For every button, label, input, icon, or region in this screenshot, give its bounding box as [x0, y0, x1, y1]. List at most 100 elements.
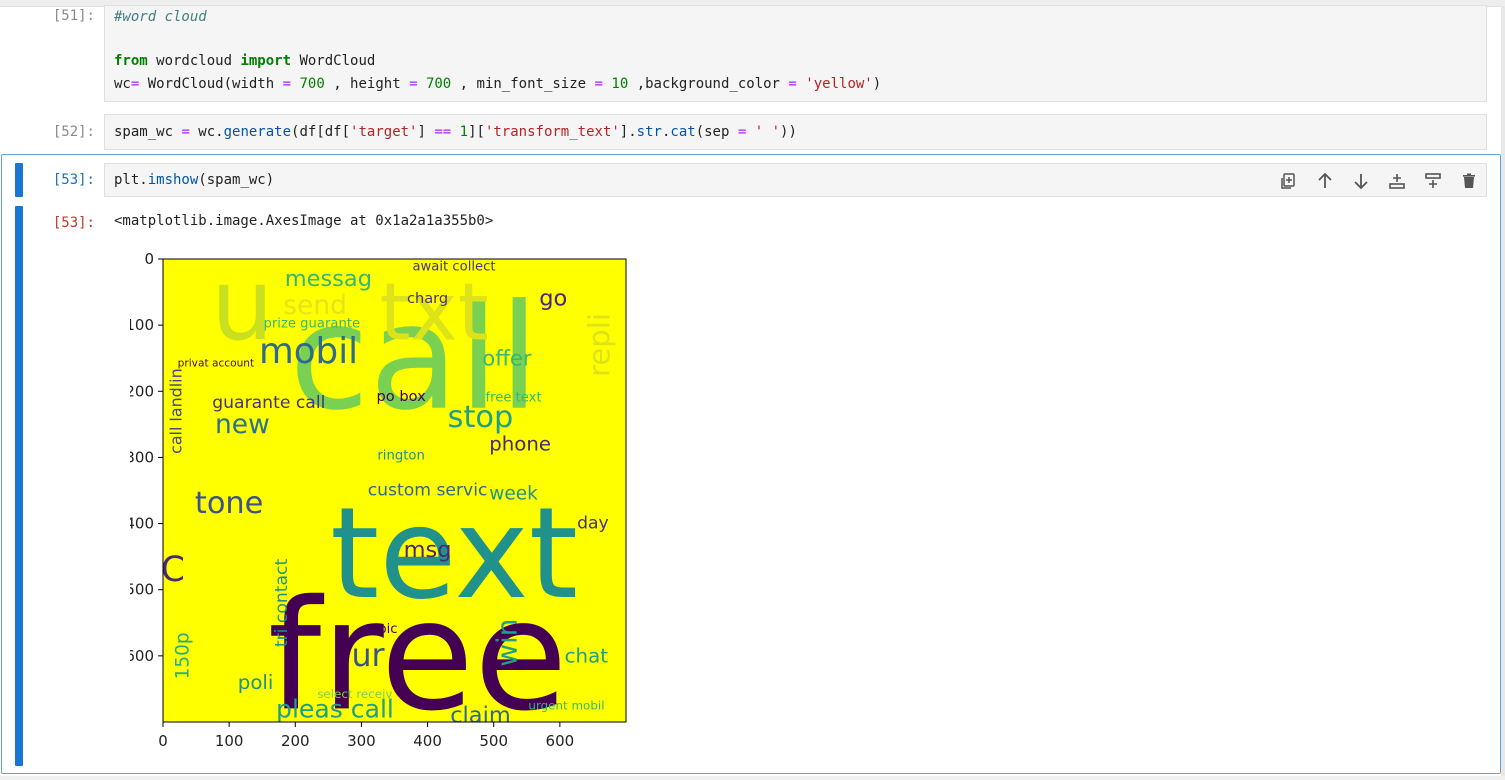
- y-tick-label: 400: [130, 515, 154, 533]
- code-token: ]: [417, 124, 435, 140]
- wordcloud-word: rington: [377, 449, 424, 464]
- code-token: 'transform_text': [484, 124, 620, 140]
- wordcloud-word: txt: [380, 265, 489, 358]
- x-tick-label: 400: [413, 732, 442, 750]
- code-token: )): [780, 124, 797, 140]
- wordcloud-word: C: [161, 550, 185, 590]
- x-tick-label: 500: [479, 732, 508, 750]
- wordcloud-word: repli: [583, 313, 617, 377]
- code-token: ,background_color: [628, 76, 789, 92]
- code-token: ' ': [754, 124, 781, 140]
- code-token: ): [872, 76, 882, 92]
- wordcloud-word: new: [215, 409, 270, 440]
- wordcloud-word: poli: [238, 671, 274, 694]
- code-token: 'target': [350, 124, 418, 140]
- cell-52-prompt: [52]:: [52, 124, 95, 140]
- code-line: from wordcloud import WordCloud: [114, 52, 375, 70]
- wordcloud-word: day: [577, 514, 609, 534]
- insert-below-icon[interactable]: [1420, 168, 1446, 194]
- x-tick-label: 300: [347, 732, 376, 750]
- wordcloud-word: pic: [378, 622, 397, 637]
- code-token: generate: [223, 124, 292, 140]
- code-line: #word cloud: [114, 8, 207, 26]
- code-token: wordcloud: [147, 53, 241, 69]
- wordcloud-word: send: [283, 290, 347, 321]
- insert-above-icon[interactable]: [1384, 168, 1410, 194]
- x-tick-label: 100: [215, 732, 244, 750]
- duplicate-icon[interactable]: [1276, 168, 1302, 194]
- wordcloud-word: ur: [351, 638, 385, 674]
- cell-51-editor[interactable]: #word cloud from wordcloud import WordCl…: [104, 5, 1487, 102]
- wordcloud-word: week: [489, 483, 538, 504]
- wordcloud-word: msg: [404, 537, 452, 563]
- code-token: 'yellow': [805, 76, 873, 92]
- wordcloud-word: tone: [195, 486, 263, 521]
- code-token: plt.: [114, 172, 148, 188]
- move-up-icon[interactable]: [1312, 168, 1338, 194]
- wordcloud-word: guarante call: [212, 393, 325, 413]
- wordcloud-word: chat: [565, 644, 609, 667]
- code-token: imshow: [147, 172, 199, 188]
- x-tick-label: 0: [158, 732, 168, 750]
- code-token: cat: [670, 124, 696, 140]
- code-line: spam_wc = wc.generate(df[df['target'] ==…: [114, 123, 797, 141]
- wordcloud-word: offer: [482, 346, 532, 371]
- code-line: plt.imshow(spam_wc): [114, 171, 274, 189]
- wordcloud-word: claim: [450, 702, 511, 728]
- wordcloud-word: urgent mobil: [528, 698, 604, 712]
- wordcloud-word: await collect: [412, 259, 495, 274]
- wordcloud-word: select receiv: [317, 687, 392, 701]
- wordcloud-word: win: [490, 619, 523, 667]
- wordcloud-word: messag: [285, 266, 372, 292]
- code-line: wc = WordCloud(width = 700 , height = 700…: [114, 75, 881, 93]
- delete-icon[interactable]: [1456, 168, 1482, 194]
- code-token: , height: [324, 76, 410, 92]
- wordcloud-word: call landlin: [167, 368, 186, 454]
- move-down-icon[interactable]: [1348, 168, 1374, 194]
- wordcloud-word: 150p: [172, 632, 193, 679]
- code-token: WordCloud: [291, 53, 376, 69]
- code-token: 700: [299, 76, 325, 92]
- code-token: from: [114, 53, 148, 69]
- y-tick-label: 100: [130, 316, 154, 334]
- output-prompt: [53]:: [52, 215, 95, 231]
- code-token: (df[df[: [291, 124, 351, 140]
- wordcloud-word: mobil: [259, 331, 358, 372]
- code-token: 1: [459, 124, 469, 140]
- output-collapser[interactable]: [15, 206, 23, 766]
- wordcloud-word: custom servic: [368, 481, 488, 501]
- code-token: ][: [468, 124, 485, 140]
- wordcloud-word: phone: [489, 433, 551, 456]
- code-token: , min_font_size: [451, 76, 595, 92]
- wordcloud-word: free text: [485, 390, 541, 405]
- wordcloud-word: privat account: [178, 358, 255, 370]
- code-token: wc.: [189, 124, 224, 140]
- bottom-divider: [0, 776, 1505, 780]
- output-text: <matplotlib.image.AxesImage at 0x1a2a1a3…: [114, 213, 494, 229]
- code-token: ==: [434, 124, 452, 140]
- code-token: =: [181, 124, 190, 140]
- cell-52-editor[interactable]: spam_wc = wc.generate(df[df['target'] ==…: [104, 114, 1487, 150]
- code-token: spam_wc: [114, 124, 182, 140]
- y-tick-label: 600: [130, 647, 154, 665]
- cell-toolbar: [1276, 168, 1482, 194]
- code-token: import: [240, 53, 292, 69]
- code-token: str: [636, 124, 662, 140]
- code-token: (sep: [695, 124, 738, 140]
- scrollbar[interactable]: [1501, 6, 1505, 776]
- code-token: wc: [114, 76, 131, 92]
- y-tick-label: 200: [130, 382, 154, 400]
- wordcloud-word: charg: [407, 290, 448, 307]
- x-tick-label: 200: [281, 732, 310, 750]
- code-token: 700: [425, 76, 452, 92]
- wordcloud-word: tri contact: [272, 559, 292, 648]
- y-tick-label: 300: [130, 448, 154, 466]
- wordcloud-word: go: [539, 286, 567, 312]
- code-token: =: [409, 76, 418, 92]
- code-token: 10: [611, 76, 629, 92]
- code-token: =: [788, 76, 797, 92]
- wordcloud-word: stop: [448, 400, 514, 435]
